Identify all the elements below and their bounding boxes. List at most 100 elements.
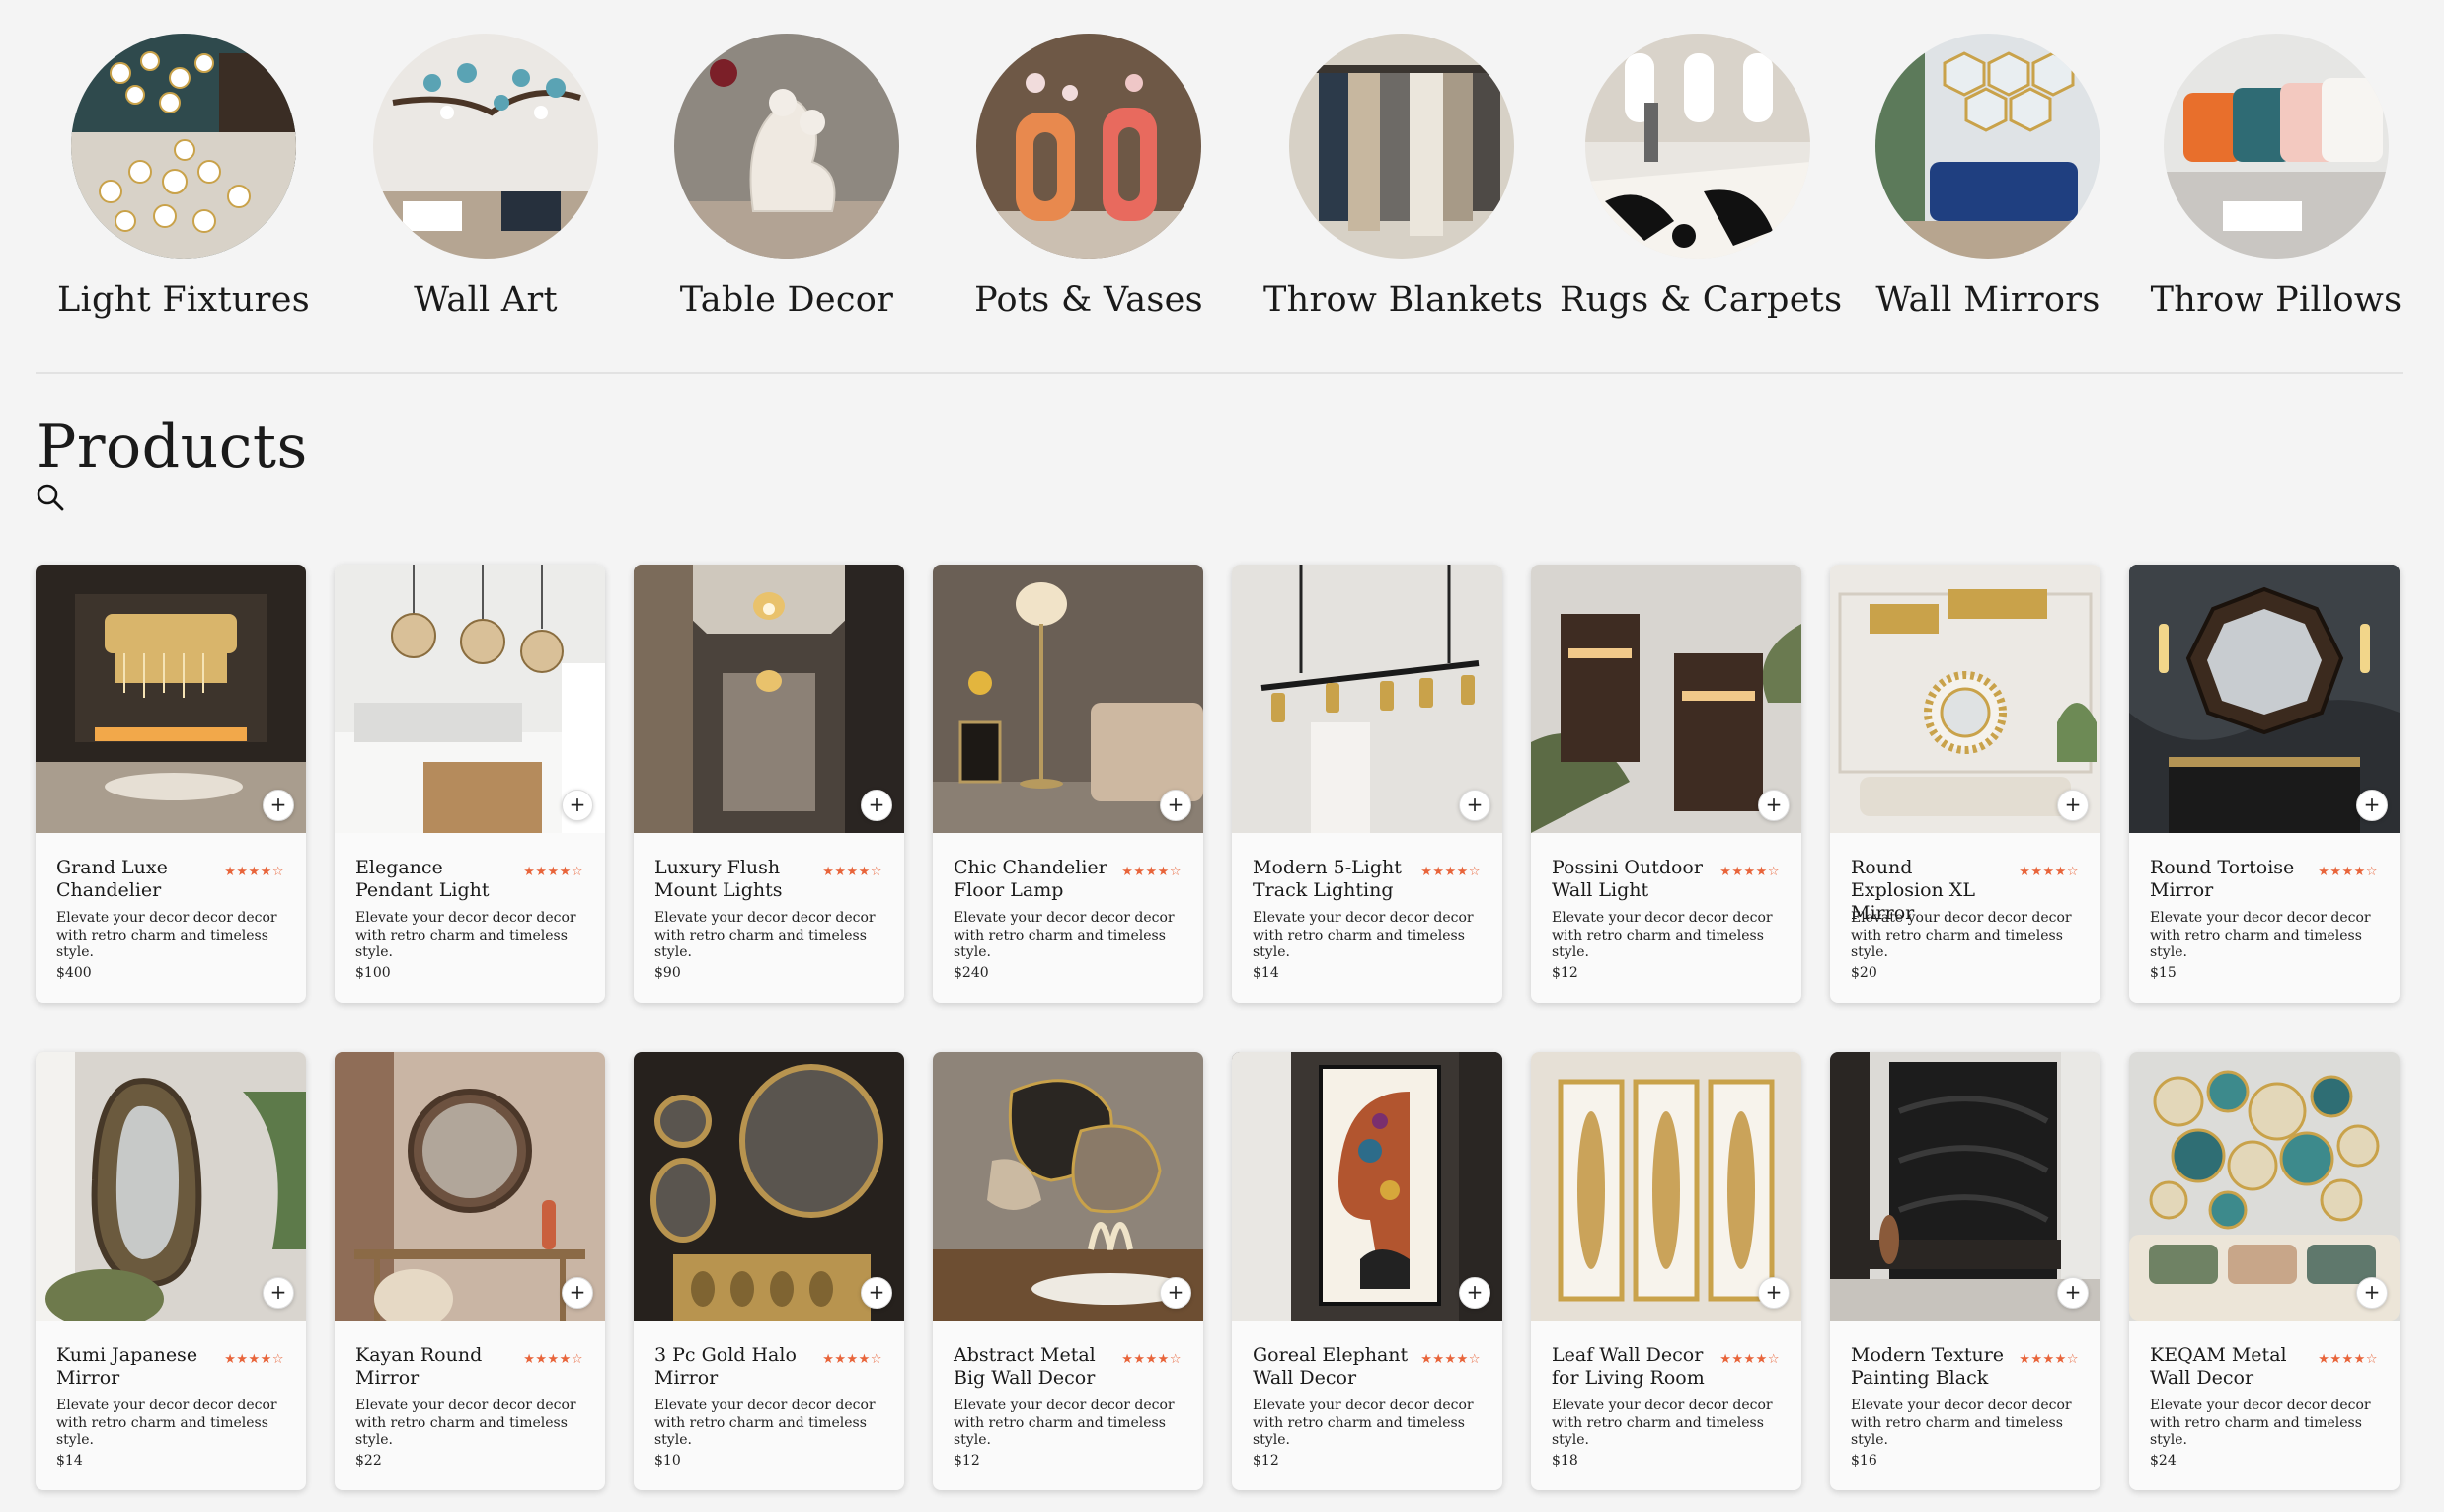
add-to-cart-button[interactable]: + [2356,790,2388,821]
product-name: Grand Luxe Chandelier [56,857,168,901]
product-image [335,565,605,833]
product-card[interactable]: + Kayan Round Mirror ★★★★☆ Elevate your … [335,1052,605,1490]
product-name: Chic Chandelier Floor Lamp [954,857,1107,901]
product-description: Elevate your decor decor decor with retr… [56,1398,277,1448]
product-card[interactable]: + Luxury Flush Mount Lights ★★★★☆ Elevat… [634,565,904,1003]
product-price: $90 [654,965,681,981]
product-description: Elevate your decor decor decor with retr… [1552,910,1773,960]
product-name: Round Tortoise Mirror [2150,857,2295,901]
vases-photo [976,34,1201,259]
product-description: Elevate your decor decor decor with retr… [1851,910,2072,960]
product-card[interactable]: + Leaf Wall Decor for Living Room ★★★★☆ … [1531,1052,1801,1490]
product-rating: ★★★★☆ [224,865,284,879]
product-description: Elevate your decor decor decor with retr… [355,1398,576,1448]
product-card[interactable]: + Grand Luxe Chandelier ★★★★☆ Elevate yo… [36,565,306,1003]
add-to-cart-button[interactable]: + [562,790,593,821]
add-to-cart-button[interactable]: + [1758,790,1790,821]
product-image [1232,1052,1502,1321]
category-throw-pillows[interactable]: Throw Pillows [2138,30,2414,320]
product-price: $10 [654,1453,681,1469]
product-name: KEQAM Metal Wall Decor [2150,1344,2287,1389]
category-pots-vases[interactable]: Pots & Vases [951,30,1227,320]
product-card[interactable]: + KEQAM Metal Wall Decor ★★★★☆ Elevate y… [2129,1052,2400,1490]
category-light-fixtures[interactable]: Light Fixtures [45,30,322,320]
product-name: Kayan Round Mirror [355,1344,483,1389]
product-price: $14 [1253,965,1279,981]
product-card[interactable]: + Possini Outdoor Wall Light ★★★★☆ Eleva… [1531,565,1801,1003]
product-card[interactable]: + Abstract Metal Big Wall Decor ★★★★☆ El… [933,1052,1203,1490]
product-price: $24 [2150,1453,2177,1469]
product-description: Elevate your decor decor decor with retr… [2150,1398,2371,1448]
add-to-cart-button[interactable]: + [263,1277,294,1309]
add-to-cart-button[interactable]: + [1160,1277,1191,1309]
add-to-cart-button[interactable]: + [2057,1277,2089,1309]
product-description: Elevate your decor decor decor with retr… [1851,1398,2072,1448]
category-label: Throw Blankets [1263,280,1544,320]
category-wall-mirrors[interactable]: Wall Mirrors [1850,30,2126,320]
add-to-cart-button[interactable]: + [1758,1277,1790,1309]
product-image [2129,1052,2400,1321]
add-to-cart-button[interactable]: + [861,790,892,821]
product-card[interactable]: + Modern 5-Light Track Lighting ★★★★☆ El… [1232,565,1502,1003]
product-card[interactable]: + Kumi Japanese Mirror ★★★★☆ Elevate you… [36,1052,306,1490]
product-price: $14 [56,1453,83,1469]
blankets-photo [1289,34,1514,259]
product-rating: ★★★★☆ [2318,1352,2378,1367]
product-image [335,1052,605,1321]
product-rating: ★★★★☆ [2318,865,2378,879]
product-image [634,565,904,833]
product-rating: ★★★★☆ [1420,865,1481,879]
product-description: Elevate your decor decor decor with retr… [56,910,277,960]
category-table-decor[interactable]: Table Decor [649,30,925,320]
product-rating: ★★★★☆ [1121,865,1182,879]
add-to-cart-button[interactable]: + [1459,790,1490,821]
product-card[interactable]: + Elegance Pendant Light ★★★★☆ Elevate y… [335,565,605,1003]
wall-art-photo [373,34,598,259]
add-to-cart-button[interactable]: + [263,790,294,821]
product-card[interactable]: + Goreal Elephant Wall Decor ★★★★☆ Eleva… [1232,1052,1502,1490]
product-name: Leaf Wall Decor for Living Room [1552,1344,1705,1389]
product-price: $12 [1552,965,1578,981]
product-rating: ★★★★☆ [2019,1352,2079,1367]
hexagon-mirror-photo [1875,34,2100,259]
product-card[interactable]: + Round Explosion XL Mirror ★★★★☆ Elevat… [1830,565,2100,1003]
product-description: Elevate your decor decor decor with retr… [2150,910,2371,960]
product-card[interactable]: + Round Tortoise Mirror ★★★★☆ Elevate yo… [2129,565,2400,1003]
category-rugs-carpets[interactable]: Rugs & Carpets [1560,30,1842,320]
product-image [36,565,306,833]
product-card[interactable]: + 3 Pc Gold Halo Mirror ★★★★☆ Elevate yo… [634,1052,904,1490]
product-rating: ★★★★☆ [523,865,583,879]
add-to-cart-button[interactable]: + [1459,1277,1490,1309]
product-price: $240 [954,965,989,981]
category-label: Wall Art [414,280,558,320]
pillows-photo [2164,34,2389,259]
chandelier-photo [71,34,296,259]
product-description: Elevate your decor decor decor with retr… [1552,1398,1773,1448]
search-icon[interactable] [37,484,64,511]
category-wall-art[interactable]: Wall Art [347,30,624,320]
product-card[interactable]: + Modern Texture Painting Black ★★★★☆ El… [1830,1052,2100,1490]
product-description: Elevate your decor decor decor with retr… [954,1398,1175,1448]
product-image [933,1052,1203,1321]
product-name: Possini Outdoor Wall Light [1552,857,1703,901]
product-image [1531,1052,1801,1321]
product-rating: ★★★★☆ [1121,1352,1182,1367]
product-card[interactable]: + Chic Chandelier Floor Lamp ★★★★☆ Eleva… [933,565,1203,1003]
product-name: Goreal Elephant Wall Decor [1253,1344,1409,1389]
product-name: 3 Pc Gold Halo Mirror [654,1344,797,1389]
product-description: Elevate your decor decor decor with retr… [654,1398,876,1448]
product-rating: ★★★★☆ [1719,1352,1780,1367]
add-to-cart-button[interactable]: + [1160,790,1191,821]
add-to-cart-button[interactable]: + [562,1277,593,1309]
product-rating: ★★★★☆ [1420,1352,1481,1367]
add-to-cart-button[interactable]: + [2057,790,2089,821]
product-price: $20 [1851,965,1877,981]
product-rating: ★★★★☆ [2019,865,2079,879]
category-throw-blankets[interactable]: Throw Blankets [1263,30,1544,320]
product-image [634,1052,904,1321]
add-to-cart-button[interactable]: + [2356,1277,2388,1309]
add-to-cart-button[interactable]: + [861,1277,892,1309]
product-description: Elevate your decor decor decor with retr… [1253,1398,1474,1448]
product-price: $12 [954,1453,980,1469]
product-rating: ★★★★☆ [1719,865,1780,879]
